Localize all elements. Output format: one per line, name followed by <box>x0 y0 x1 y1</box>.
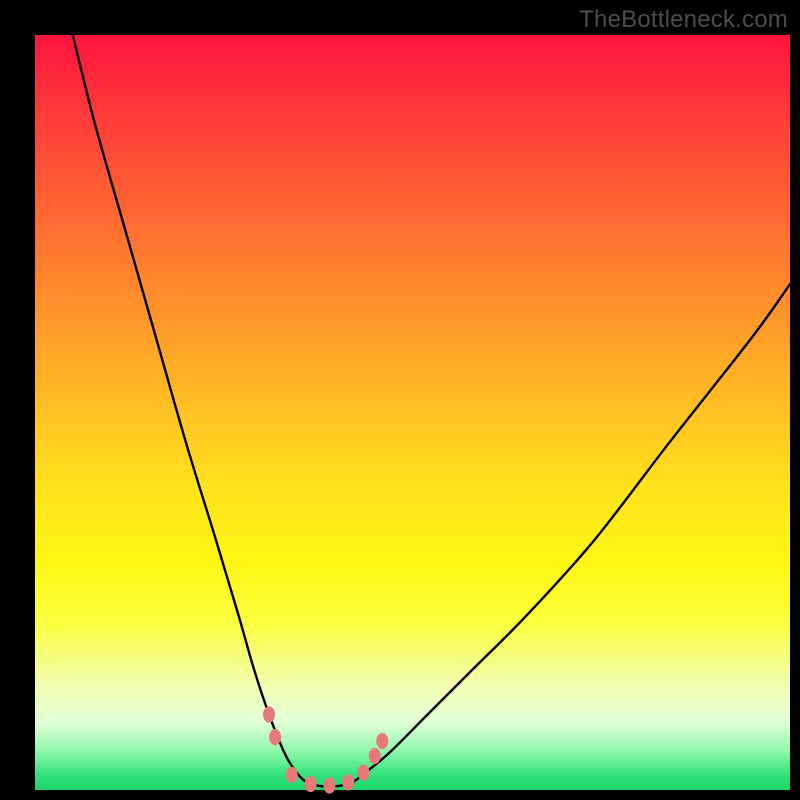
chart-frame: TheBottleneck.com <box>0 0 800 800</box>
curve-marker <box>357 765 369 781</box>
curve-marker <box>342 774 354 790</box>
curve-marker <box>323 777 335 793</box>
curve-marker <box>263 706 275 722</box>
curve-marker <box>305 776 317 792</box>
curve-marker <box>369 748 381 764</box>
curve-marker <box>376 733 388 749</box>
watermark-text: TheBottleneck.com <box>579 6 788 34</box>
bottleneck-curve <box>73 35 790 787</box>
plot-area <box>35 35 790 790</box>
curve-marker <box>269 729 281 745</box>
chart-svg-overlay <box>35 35 790 790</box>
curve-marker <box>286 767 298 783</box>
